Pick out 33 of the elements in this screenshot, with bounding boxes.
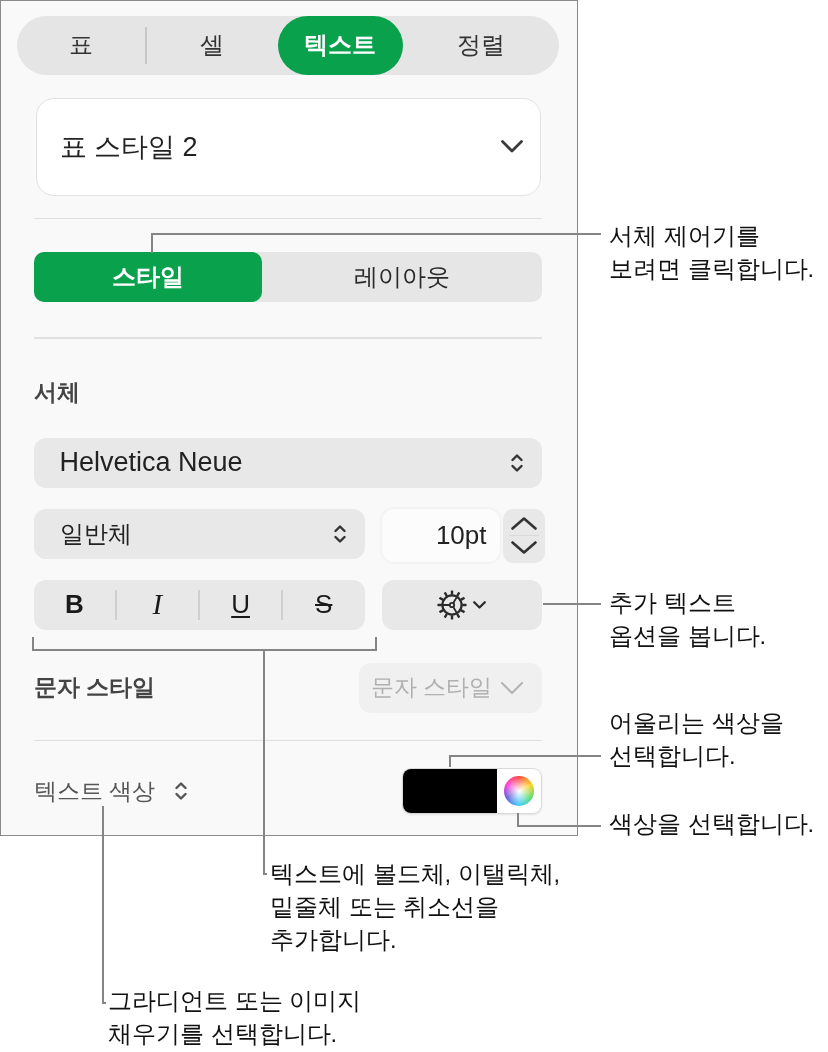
advanced-options-button[interactable] <box>381 579 542 630</box>
callout-text: 어울리는 색상을 선택합니다. <box>609 709 784 771</box>
chevron-up-icon <box>510 517 537 530</box>
color-wheel-icon[interactable] <box>504 776 534 806</box>
tab[interactable]: 표 <box>16 15 146 75</box>
typeface-popup[interactable]: 일반체 <box>33 508 365 559</box>
fill-type-popup[interactable]: 텍스트 색상 <box>33 775 187 807</box>
font-size-field[interactable]: 10pt <box>381 508 500 562</box>
chevron-down-icon <box>501 140 523 153</box>
callout-text: 텍스트에 볼드체, 이탤릭체, 밑줄체 또는 취소선을 추가합니다. <box>270 860 561 955</box>
font-family-popup[interactable]: Helvetica Neue <box>33 437 542 488</box>
color-swatch[interactable] <box>403 769 497 813</box>
chevron-down-icon <box>510 541 537 554</box>
bold-button[interactable]: B <box>33 579 116 630</box>
gear-icon <box>437 589 467 620</box>
chevron-down-icon <box>501 681 523 694</box>
callout-text: 서체 제어기를 보려면 클릭합니다. <box>609 222 815 284</box>
table-style-dropdown[interactable]: 표 스타일 2 <box>35 97 541 196</box>
section-heading: 서체 <box>33 378 80 405</box>
callout-text: 그라디언트 또는 이미지 채우기를 선택합니다. <box>108 987 362 1049</box>
strikethrough-button[interactable]: S <box>282 579 365 630</box>
up-down-chevron-icon <box>333 522 346 545</box>
up-down-chevron-icon <box>511 451 523 474</box>
section-heading: 문자 스타일 <box>33 673 155 702</box>
tab[interactable]: 정렬 <box>403 15 559 75</box>
italic-button[interactable]: I <box>116 579 199 630</box>
callout-text: 추가 텍스트 옵션을 봅니다. <box>609 589 767 651</box>
up-down-chevron-icon <box>174 780 187 802</box>
callout-text: 색상을 선택합니다. <box>609 810 815 839</box>
underline-button[interactable]: U <box>199 579 282 630</box>
chevron-down-icon <box>473 600 486 609</box>
tab[interactable]: 셀 <box>146 15 278 75</box>
segment-button[interactable]: 레이아웃 <box>261 252 542 302</box>
